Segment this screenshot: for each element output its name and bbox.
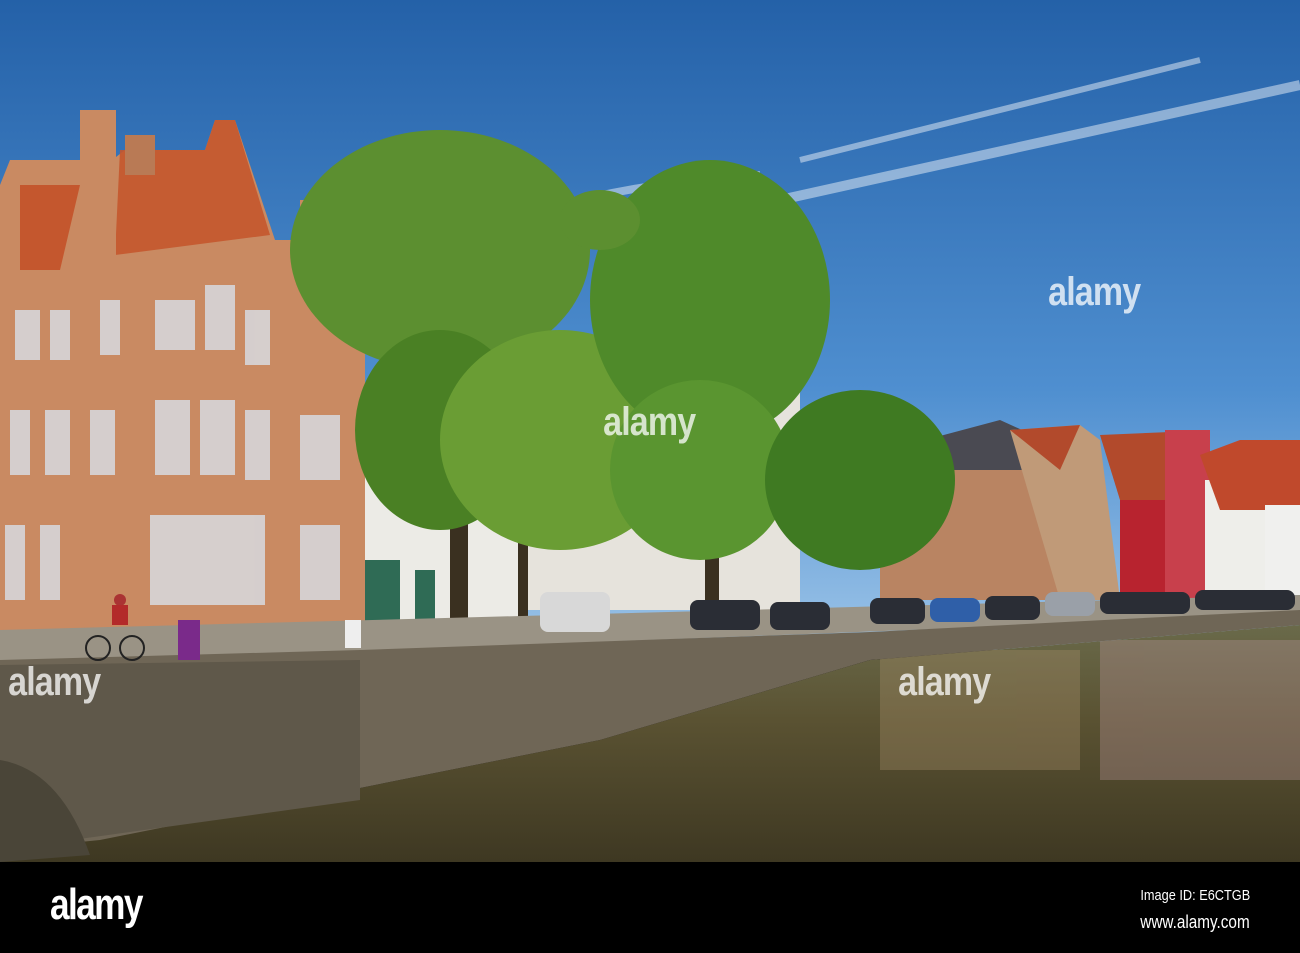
cyclist: [112, 605, 128, 625]
watermark: alamy: [603, 400, 696, 444]
alamy-logo: alamy: [50, 880, 143, 929]
watermark: alamy: [1048, 270, 1141, 314]
seated-person: [178, 620, 200, 660]
footer-bar: alamy Image ID: E6CTGB www.alamy.com: [0, 862, 1300, 953]
image-id: Image ID: E6CTGB: [1140, 887, 1250, 904]
watermark: alamy: [8, 660, 101, 704]
photo-scene: alamy alamy alamy alamy alamy Image ID: …: [0, 0, 1300, 953]
site-url: www.alamy.com: [1140, 912, 1250, 932]
standing-person: [345, 620, 361, 648]
cyclist-head: [114, 594, 126, 606]
watermark: alamy: [898, 660, 991, 704]
